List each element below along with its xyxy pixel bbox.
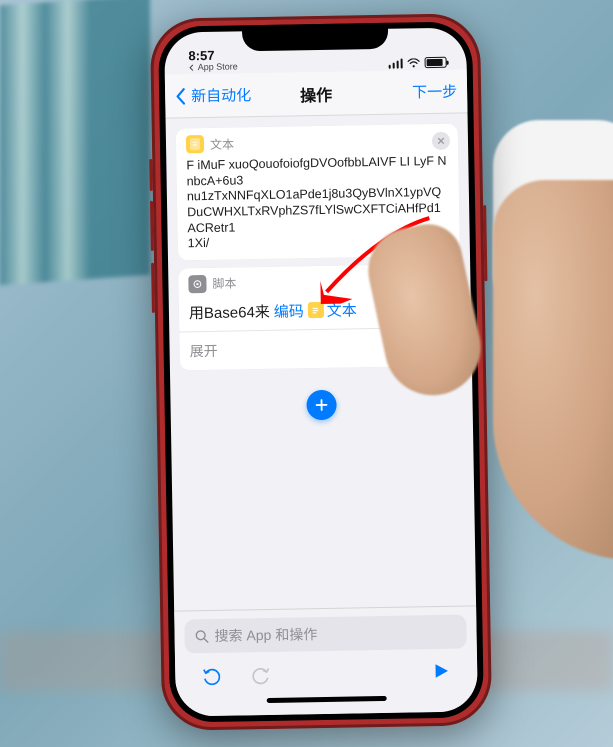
bottom-panel: 搜索 App 和操作 xyxy=(174,605,478,716)
nav-next-button[interactable]: 下一步 xyxy=(412,81,457,103)
text-variable-token[interactable]: 文本 xyxy=(308,299,357,321)
expand-row[interactable]: 展开 xyxy=(179,326,462,370)
toolbar xyxy=(185,648,468,697)
add-action-button[interactable] xyxy=(306,389,337,420)
run-button[interactable] xyxy=(429,659,453,683)
text-variable-label: 文本 xyxy=(327,299,357,321)
chevron-right-icon xyxy=(443,338,451,354)
background-object xyxy=(493,120,613,320)
script-action-card[interactable]: 脚本 用Base64来 编码 文本 展开 xyxy=(178,263,462,370)
script-app-icon xyxy=(188,275,206,293)
phone-volume-down xyxy=(151,263,155,313)
text-app-icon xyxy=(308,302,324,318)
close-icon xyxy=(439,277,447,285)
nav-title: 操作 xyxy=(300,81,332,106)
script-prefix: 用Base64来 xyxy=(189,301,270,323)
phone-volume-up xyxy=(150,201,154,251)
undo-button[interactable] xyxy=(199,663,223,687)
wifi-icon xyxy=(407,58,421,68)
background-fabric xyxy=(0,0,150,285)
text-card-header: 文本 xyxy=(210,135,234,152)
redo-icon xyxy=(250,663,272,685)
remove-script-action-button[interactable] xyxy=(434,271,452,289)
nav-bar: 新自动化 操作 下一步 xyxy=(165,69,468,118)
text-action-card[interactable]: ≡ 文本 F iMuF xuoQouofoiofgDVOofbbLAIVF LI… xyxy=(176,124,460,261)
text-app-icon: ≡ xyxy=(186,135,204,153)
expand-label: 展开 xyxy=(189,341,217,361)
encode-mode-token[interactable]: 编码 xyxy=(274,300,304,322)
redo-button xyxy=(249,662,273,686)
script-description: 用Base64来 编码 文本 xyxy=(179,293,462,331)
cellular-icon xyxy=(388,58,403,68)
nav-back-button[interactable]: 新自动化 xyxy=(175,84,251,106)
plus-icon xyxy=(313,397,329,413)
screen: 8:57 App Store xyxy=(164,27,478,716)
search-placeholder: 搜索 App 和操作 xyxy=(214,624,317,646)
phone-power-button xyxy=(483,205,487,281)
phone-frame: 8:57 App Store xyxy=(150,13,492,731)
chevron-left-icon xyxy=(189,64,196,71)
chevron-left-icon xyxy=(175,87,187,105)
battery-icon xyxy=(425,57,447,68)
gear-icon xyxy=(192,279,202,289)
status-back-to-app[interactable]: App Store xyxy=(189,62,238,72)
text-content[interactable]: F iMuF xuoQouofoiofgDVOofbbLAIVF LI LyF … xyxy=(176,154,460,261)
phone-mute-switch xyxy=(149,159,153,191)
home-indicator[interactable] xyxy=(267,696,387,703)
nav-back-label: 新自动化 xyxy=(191,84,251,106)
status-back-app-label: App Store xyxy=(198,62,238,72)
content-area: ≡ 文本 F iMuF xuoQouofoiofgDVOofbbLAIVF LI… xyxy=(166,113,477,610)
search-input[interactable]: 搜索 App 和操作 xyxy=(184,615,467,654)
undo-icon xyxy=(200,664,222,686)
play-icon xyxy=(432,662,450,680)
search-icon xyxy=(194,629,208,643)
close-icon xyxy=(437,137,445,145)
script-card-header: 脚本 xyxy=(212,275,236,292)
phone-notch xyxy=(242,23,388,52)
